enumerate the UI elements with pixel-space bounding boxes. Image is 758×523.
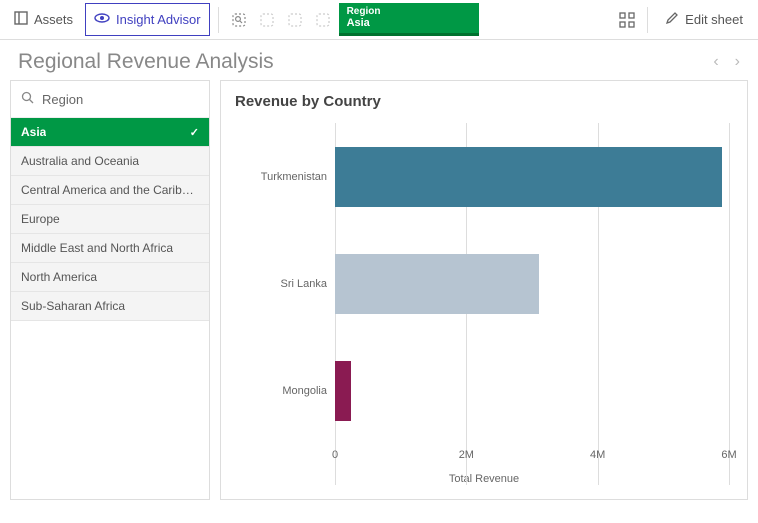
edit-sheet-label: Edit sheet [685,12,743,27]
step-forward-icon[interactable] [283,8,307,32]
filter-item-label: Asia [21,125,46,139]
gridline [729,123,730,485]
filter-item-label: Central America and the Carib… [21,183,194,197]
x-tick-label: 2M [459,449,474,461]
edit-sheet-button[interactable]: Edit sheet [656,4,752,35]
prev-sheet-icon[interactable]: ‹ [713,53,718,71]
selection-pill-region[interactable]: Region Asia [339,3,479,36]
filter-item-label: Sub-Saharan Africa [21,299,125,313]
x-tick-label: 4M [590,449,605,461]
selection-pill-label: Region [347,6,469,18]
filter-pane-header[interactable]: Region [11,81,209,118]
y-category-label: Sri Lanka [235,278,327,290]
pencil-icon [665,11,679,28]
insight-icon [94,10,110,29]
page-title: Regional Revenue Analysis [18,50,274,74]
filter-list: Asia ✓ Australia and Oceania Central Americ… [11,118,209,321]
separator [218,7,219,33]
filter-item-label: North America [21,270,97,284]
chart-title: Revenue by Country [235,93,733,110]
y-category-label: Mongolia [235,385,327,397]
filter-pane: Region Asia ✓ Australia and Oceania Central… [10,80,210,500]
smart-search-icon[interactable] [227,8,251,32]
assets-button[interactable]: Assets [6,5,81,34]
check-icon: ✓ [190,126,199,139]
filter-item-label: Middle East and North Africa [21,241,173,255]
filter-item-label: Australia and Oceania [21,154,139,168]
filter-item[interactable]: Australia and Oceania [11,147,209,176]
chart-panel[interactable]: Revenue by Country Total Revenue 0 2M 4M 6M… [220,80,748,500]
assets-icon [14,11,28,28]
next-sheet-icon[interactable]: › [735,53,740,71]
insight-advisor-button[interactable]: Insight Advisor [85,3,210,36]
chart-bar[interactable] [335,254,539,314]
clear-selections-icon[interactable] [311,8,335,32]
x-tick-label: 6M [721,449,736,461]
filter-item[interactable]: Europe [11,205,209,234]
sheet-nav: ‹ › [713,53,740,71]
filter-item[interactable]: Central America and the Carib… [11,176,209,205]
selection-pill-value: Asia [347,17,469,30]
search-icon [21,91,34,107]
filter-item-label: Europe [21,212,60,226]
separator [647,7,648,33]
toolbar: Assets Insight Advisor Region Asia Edit … [0,0,758,40]
chart-bar[interactable] [335,147,722,207]
filter-item[interactable]: Asia ✓ [11,118,209,147]
sheet-header: Regional Revenue Analysis ‹ › [0,40,758,80]
assets-label: Assets [34,12,73,27]
insight-label: Insight Advisor [116,12,201,27]
step-back-icon[interactable] [255,8,279,32]
selections-tool-icon[interactable] [615,8,639,32]
chart-area: Total Revenue 0 2M 4M 6M Turkmenistan Sri Lan… [235,123,733,485]
filter-field-name: Region [42,92,83,107]
filter-item[interactable]: North America [11,263,209,292]
chart-bar[interactable] [335,361,351,421]
filter-item[interactable]: Sub-Saharan Africa [11,292,209,321]
x-axis-label: Total Revenue [235,473,733,485]
y-category-label: Turkmenistan [235,171,327,183]
x-tick-label: 0 [332,449,338,461]
filter-item[interactable]: Middle East and North Africa [11,234,209,263]
